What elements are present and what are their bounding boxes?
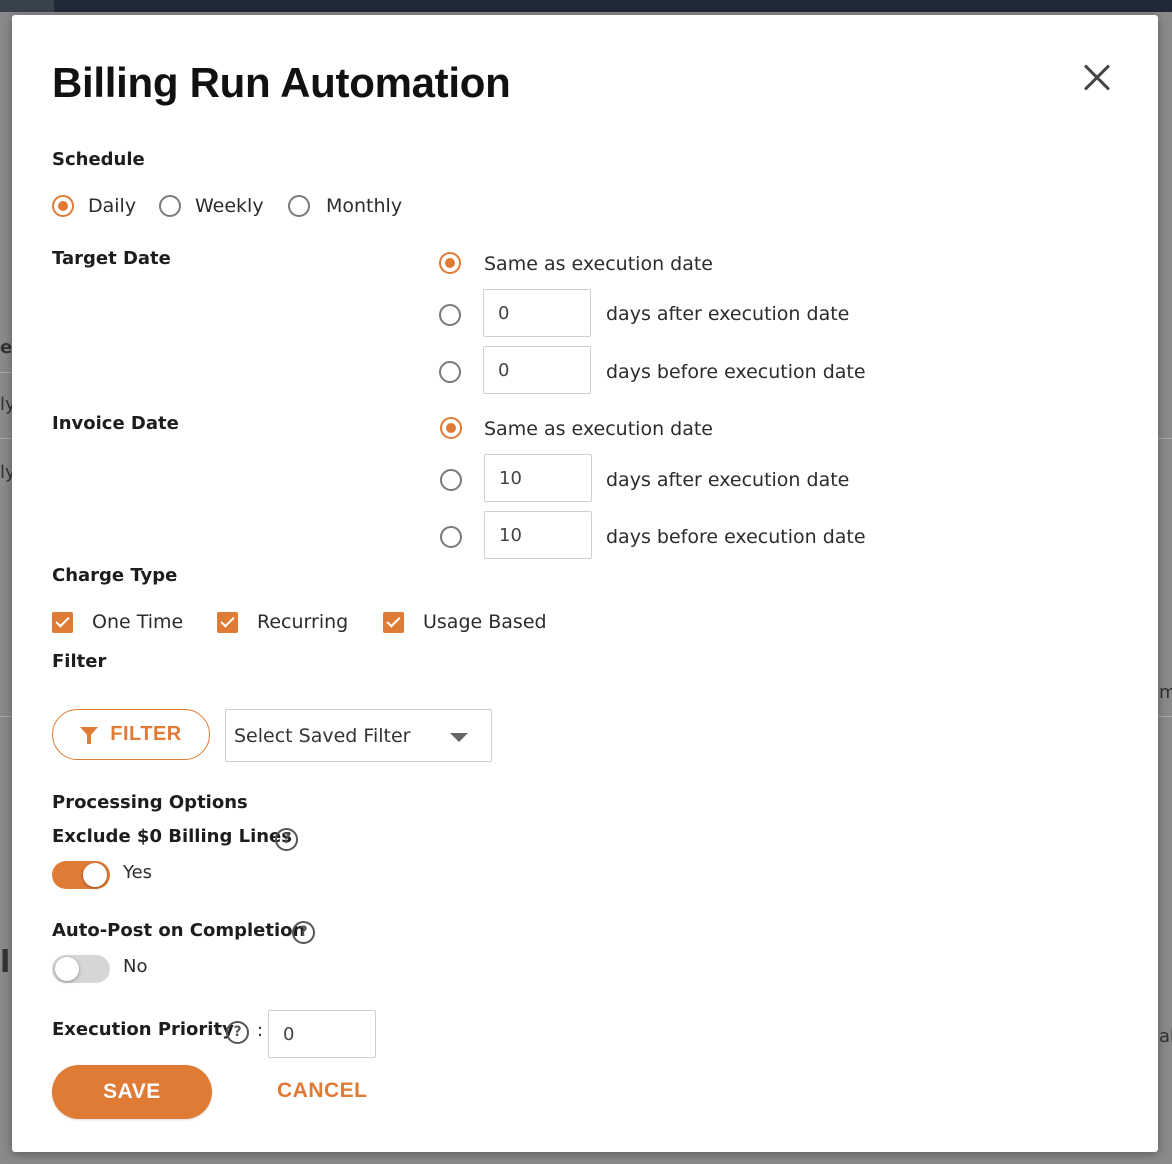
charge-usage-based-label[interactable]: Usage Based (423, 611, 547, 633)
target-before-label: days before execution date (606, 361, 866, 383)
target-same-label: Same as execution date (484, 253, 713, 275)
processing-options-label: Processing Options (52, 792, 248, 813)
filter-label: Filter (52, 651, 107, 672)
invoice-after-radio[interactable] (440, 469, 462, 491)
invoice-before-label: days before execution date (606, 526, 866, 548)
billing-run-automation-dialog: Billing Run Automation Schedule Daily We… (12, 15, 1158, 1152)
invoice-same-radio[interactable] (440, 417, 462, 439)
charge-usage-based-checkbox[interactable] (383, 612, 404, 633)
background-text: al (1159, 1026, 1172, 1047)
background-divider (1158, 438, 1172, 439)
schedule-weekly-label[interactable]: Weekly (195, 195, 264, 217)
target-before-radio[interactable] (439, 361, 461, 383)
background-text: l (0, 945, 11, 980)
background-divider (1158, 716, 1172, 717)
background-text: m (1159, 682, 1172, 703)
charge-recurring-checkbox[interactable] (217, 612, 238, 633)
schedule-label: Schedule (52, 149, 145, 170)
toggle-knob (83, 863, 107, 887)
exclude-zero-lines-state: Yes (123, 862, 153, 883)
toggle-knob (55, 957, 79, 981)
invoice-same-label: Same as execution date (484, 418, 713, 440)
saved-filter-select[interactable]: Select Saved Filter (225, 709, 492, 762)
invoice-before-radio[interactable] (440, 526, 462, 548)
filter-button-label: FILTER (110, 723, 182, 745)
schedule-daily-label[interactable]: Daily (88, 195, 136, 217)
background-divider (0, 438, 12, 439)
priority-colon: : (257, 1020, 264, 1041)
schedule-monthly-label[interactable]: Monthly (326, 195, 402, 217)
schedule-monthly-radio[interactable] (288, 195, 310, 217)
funnel-icon (80, 726, 99, 744)
app-top-bar (0, 0, 1172, 12)
auto-post-state: No (123, 956, 148, 977)
target-same-radio[interactable] (439, 252, 461, 274)
invoice-date-label: Invoice Date (52, 413, 179, 434)
invoice-days-after-input[interactable] (484, 454, 592, 502)
target-days-before-input[interactable] (483, 346, 591, 394)
charge-recurring-label[interactable]: Recurring (257, 611, 348, 633)
execution-priority-input[interactable] (268, 1010, 376, 1058)
help-icon[interactable]: ? (292, 921, 315, 944)
saved-filter-value: Select Saved Filter (234, 725, 411, 747)
invoice-days-before-input[interactable] (484, 511, 592, 559)
background-text: e (0, 337, 13, 358)
filter-button[interactable]: FILTER (52, 709, 210, 760)
help-icon[interactable]: ? (226, 1021, 249, 1044)
target-after-label: days after execution date (606, 303, 850, 325)
exclude-zero-lines-toggle[interactable] (52, 861, 110, 889)
dialog-title: Billing Run Automation (52, 59, 511, 106)
background-divider (0, 716, 12, 717)
close-icon[interactable] (1082, 63, 1112, 93)
exclude-zero-lines-label: Exclude $0 Billing Lines (52, 826, 292, 847)
target-days-after-input[interactable] (483, 289, 591, 337)
help-icon[interactable]: ? (275, 828, 298, 851)
cancel-button[interactable]: CANCEL (277, 1079, 368, 1103)
top-bar-tab (0, 0, 54, 12)
chevron-down-icon (450, 733, 468, 742)
charge-type-label: Charge Type (52, 565, 178, 586)
schedule-weekly-radio[interactable] (159, 195, 181, 217)
background-divider (0, 372, 12, 373)
save-button[interactable]: SAVE (52, 1065, 212, 1119)
auto-post-toggle[interactable] (52, 955, 110, 983)
auto-post-label: Auto-Post on Completion (52, 920, 306, 941)
target-after-radio[interactable] (439, 304, 461, 326)
charge-one-time-label[interactable]: One Time (92, 611, 183, 633)
schedule-daily-radio[interactable] (52, 195, 74, 217)
invoice-after-label: days after execution date (606, 469, 850, 491)
execution-priority-label: Execution Priority (52, 1019, 234, 1040)
target-date-label: Target Date (52, 248, 171, 269)
charge-one-time-checkbox[interactable] (52, 612, 73, 633)
